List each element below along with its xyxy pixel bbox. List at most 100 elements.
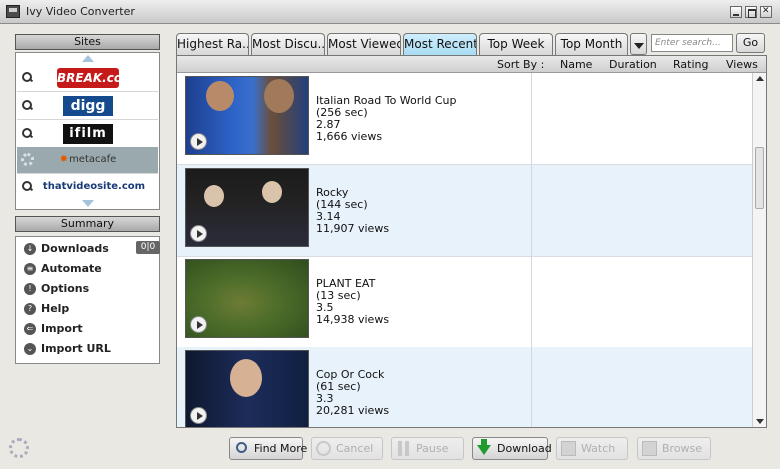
sort-name[interactable]: Name <box>560 58 592 71</box>
search-icon <box>22 72 32 82</box>
site-item-thatvideosite[interactable]: thatvideosite.com <box>17 174 158 201</box>
pause-button[interactable]: Pause <box>391 437 464 460</box>
downloads-count-badge: 0|0 <box>136 241 160 254</box>
play-icon[interactable] <box>190 133 207 150</box>
download-label: Download <box>497 442 552 455</box>
find-more-button[interactable]: Find More <box>229 437 307 460</box>
site-logo: digg <box>63 96 113 116</box>
video-thumbnail[interactable] <box>185 76 309 155</box>
summary-item-import-url[interactable]: ⌄ Import URL <box>24 341 158 359</box>
cancel-icon <box>316 441 331 456</box>
summary-item-downloads[interactable]: ↓ Downloads 0|0 <box>24 241 160 259</box>
download-icon: ↓ <box>24 243 36 255</box>
watch-button[interactable]: Watch <box>556 437 628 460</box>
tab-most-discussed[interactable]: Most Discu... <box>251 33 325 55</box>
play-icon[interactable] <box>190 225 207 242</box>
sort-rating[interactable]: Rating <box>673 58 708 71</box>
close-icon[interactable] <box>760 6 772 18</box>
tab-top-week[interactable]: Top Week <box>479 33 553 55</box>
loading-spinner-icon <box>21 153 34 166</box>
maximize-icon[interactable] <box>745 6 757 18</box>
activity-spinner-icon <box>9 438 29 458</box>
site-logo: thatvideosite.com <box>42 181 146 192</box>
video-views: 14,938 views <box>316 313 390 326</box>
minimize-icon[interactable] <box>730 6 742 18</box>
site-item-digg[interactable]: digg <box>17 93 158 120</box>
site-logo: ifilm <box>63 124 113 144</box>
pause-icon <box>398 441 409 456</box>
summary-item-label: Help <box>41 302 70 315</box>
search-icon <box>22 128 32 138</box>
more-tabs-dropdown-icon[interactable] <box>630 33 647 55</box>
import-icon: ⇐ <box>24 323 36 335</box>
sites-header: Sites <box>15 34 160 50</box>
automate-icon: ≡ <box>24 263 36 275</box>
site-item-metacafe[interactable]: metacafe <box>17 147 158 174</box>
search-input[interactable] <box>651 34 733 52</box>
site-logo: BREAK.com <box>57 68 135 88</box>
play-icon[interactable] <box>190 407 207 424</box>
sort-by-label: Sort By : <box>497 58 545 71</box>
cancel-label: Cancel <box>336 442 374 455</box>
options-icon: ! <box>24 283 36 295</box>
tab-top-month[interactable]: Top Month <box>555 33 628 55</box>
scroll-up-icon[interactable] <box>756 76 764 81</box>
video-info: Rocky (144 sec) 3.14 11,907 views <box>316 187 389 235</box>
scroll-down-icon[interactable] <box>756 419 764 424</box>
find-more-label: Find More <box>254 442 308 455</box>
window-title: Ivy Video Converter <box>26 5 135 18</box>
summary-list: ↓ Downloads 0|0 ≡ Automate ! Options ? H… <box>15 236 160 364</box>
sort-views[interactable]: Views <box>726 58 758 71</box>
video-views: 20,281 views <box>316 404 390 417</box>
summary-item-options[interactable]: ! Options <box>24 281 158 299</box>
video-thumbnail[interactable] <box>185 259 309 338</box>
browse-button[interactable]: Browse <box>637 437 711 460</box>
summary-item-import[interactable]: ⇐ Import <box>24 321 158 339</box>
play-icon[interactable] <box>190 316 207 333</box>
video-info: Cop Or Cock (61 sec) 3.3 20,281 views <box>316 369 389 417</box>
video-row[interactable]: PLANT EAT (13 sec) 3.5 14,938 views <box>177 256 752 348</box>
sort-bar: Sort By : Name Duration Rating Views <box>177 56 766 73</box>
video-row[interactable]: Cop Or Cock (61 sec) 3.3 20,281 views <box>177 347 752 427</box>
video-views: 1,666 views <box>316 130 383 143</box>
video-thumbnail[interactable] <box>185 350 309 427</box>
video-row[interactable]: Rocky (144 sec) 3.14 11,907 views <box>177 165 752 257</box>
site-item-ifilm[interactable]: ifilm <box>17 121 158 148</box>
watch-label: Watch <box>581 442 616 455</box>
tab-highest-rated[interactable]: Highest Ra... <box>176 33 249 55</box>
title-bar: Ivy Video Converter <box>0 0 780 24</box>
video-list: Sort By : Name Duration Rating Views Ita… <box>176 55 767 428</box>
cancel-button[interactable]: Cancel <box>311 437 383 460</box>
app-icon <box>6 5 20 18</box>
scrollbar-thumb[interactable] <box>755 147 764 209</box>
video-info: PLANT EAT (13 sec) 3.5 14,938 views <box>316 278 389 326</box>
browse-label: Browse <box>662 442 703 455</box>
summary-item-label: Import URL <box>41 342 111 355</box>
find-more-icon <box>236 442 247 453</box>
scroll-down-icon[interactable] <box>82 200 94 207</box>
scroll-up-icon[interactable] <box>82 55 94 62</box>
browse-icon <box>642 441 657 456</box>
import-url-icon: ⌄ <box>24 343 36 355</box>
summary-item-label: Downloads <box>41 242 109 255</box>
pause-label: Pause <box>416 442 449 455</box>
summary-item-label: Options <box>41 282 90 295</box>
video-thumbnail[interactable] <box>185 168 309 247</box>
vertical-scrollbar[interactable] <box>752 73 766 427</box>
help-icon: ? <box>24 303 36 315</box>
site-logo: metacafe <box>53 150 123 170</box>
summary-item-help[interactable]: ? Help <box>24 301 158 319</box>
download-button[interactable]: Download <box>472 437 552 460</box>
tab-most-recent[interactable]: Most Recent <box>403 33 477 55</box>
summary-item-label: Automate <box>41 262 102 275</box>
site-item-break[interactable]: BREAK.com <box>17 65 158 92</box>
video-row[interactable]: Italian Road To World Cup (256 sec) 2.87… <box>177 73 752 165</box>
sort-duration[interactable]: Duration <box>609 58 657 71</box>
summary-item-automate[interactable]: ≡ Automate <box>24 261 158 279</box>
video-views: 11,907 views <box>316 222 390 235</box>
go-button[interactable]: Go <box>736 33 765 53</box>
tab-most-viewed[interactable]: Most Viewed <box>327 33 401 55</box>
video-info: Italian Road To World Cup (256 sec) 2.87… <box>316 95 456 143</box>
search-icon <box>22 100 32 110</box>
summary-item-label: Import <box>41 322 83 335</box>
